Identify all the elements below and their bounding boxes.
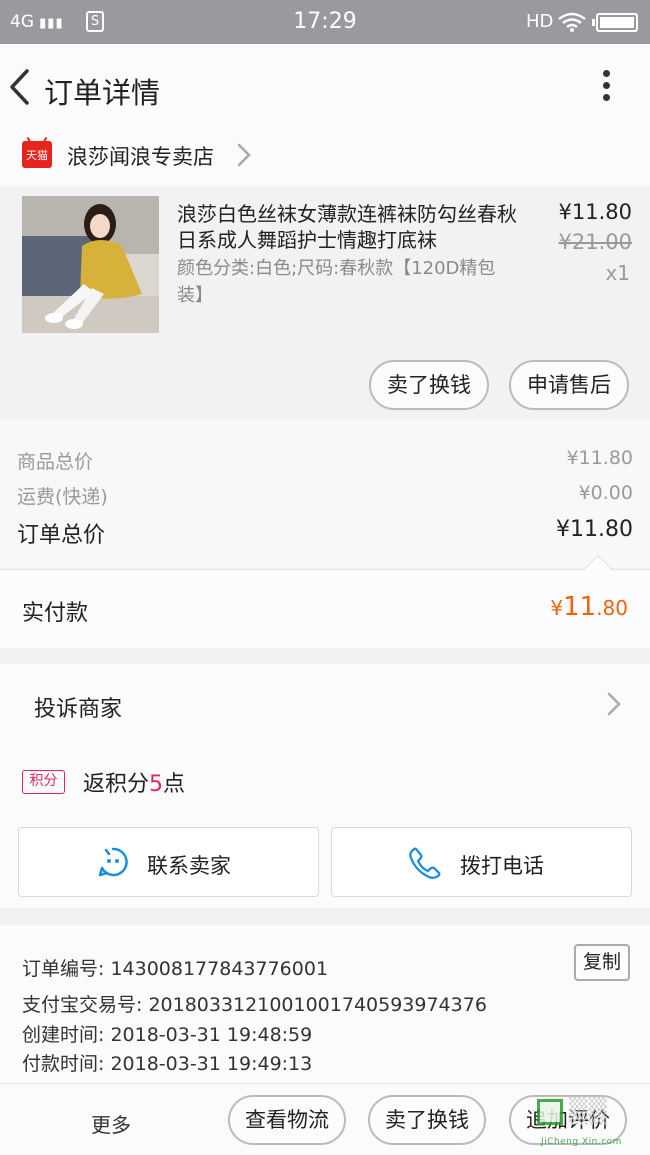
shop-name: 浪莎闻浪专卖店: [67, 145, 214, 169]
points-reward: 返积分5点: [83, 772, 186, 797]
product-price: ¥11.80: [558, 200, 632, 224]
sell-button[interactable]: 卖了换钱: [369, 360, 489, 410]
complain-seller-label[interactable]: 投诉商家: [34, 691, 122, 723]
contact-seller-button[interactable]: 联系卖家: [18, 827, 319, 897]
call-phone-button[interactable]: 拨打电话: [331, 827, 632, 897]
order-item[interactable]: 浪莎白色丝袜女薄款连裤袜防勾丝春秋日系成人舞蹈护士情趣打底袜 颜色分类:白色;尺…: [0, 186, 650, 420]
order-total-label: 订单总价: [17, 523, 106, 548]
product-title[interactable]: 浪莎白色丝袜女薄款连裤袜防勾丝春秋日系成人舞蹈护士情趣打底袜: [177, 201, 517, 253]
resell-button[interactable]: 卖了换钱: [368, 1095, 486, 1145]
more-button[interactable]: 更多: [91, 1109, 131, 1138]
more-menu-icon[interactable]: [598, 70, 614, 106]
order-info: 订单编号: 143008177843776001 复制 支付宝交易号: 2018…: [0, 925, 650, 1095]
product-sku: 颜色分类:白色;尺码:春秋款【120D精包装】: [177, 258, 496, 306]
order-total-value: ¥11.80: [556, 517, 633, 542]
goods-total-label: 商品总价: [17, 451, 94, 473]
product-image[interactable]: [22, 196, 159, 333]
call-phone-label: 拨打电话: [460, 854, 544, 878]
chat-face-icon: [98, 847, 128, 877]
goods-total-value: ¥11.80: [566, 447, 633, 469]
watermark-logo: ▒▒ JiCheng Xin.com: [533, 1093, 650, 1153]
shipping-value: ¥0.00: [578, 482, 633, 504]
shipping-label: 运费(快递): [17, 486, 108, 508]
order-number: 订单编号: 143008177843776001: [22, 958, 329, 980]
service-section: 投诉商家 积分 返积分5点 联系卖家 拨打电话: [0, 664, 650, 908]
battery-icon: [592, 13, 638, 32]
points-badge: 积分: [22, 770, 65, 794]
tmall-logo-icon: 天猫: [22, 141, 52, 168]
watermark-square-icon: [537, 1099, 563, 1125]
chevron-right-icon[interactable]: [606, 691, 622, 717]
product-quantity: x1: [605, 261, 630, 285]
created-time: 创建时间: 2018-03-31 19:48:59: [22, 1024, 313, 1046]
wifi-icon: [558, 12, 586, 32]
phone-icon: [409, 847, 441, 879]
after-sales-button[interactable]: 申请售后: [509, 360, 629, 410]
actual-paid-label: 实付款: [22, 601, 89, 626]
status-bar: 4G ▮▮▮ S 17:29 HD: [0, 0, 650, 44]
view-logistics-button[interactable]: 查看物流: [228, 1095, 346, 1145]
actual-paid-row: 实付款 ¥11.80: [0, 554, 650, 648]
shop-row[interactable]: 天猫 浪莎闻浪专卖店: [0, 130, 650, 186]
watermark-glyph: ▒▒: [569, 1097, 608, 1125]
back-icon[interactable]: [8, 68, 32, 106]
original-price: ¥21.00: [558, 230, 632, 254]
watermark-url: JiCheng Xin.com: [541, 1137, 622, 1147]
chevron-right-icon: [237, 143, 251, 167]
price-summary: 商品总价 ¥11.80 运费(快递) ¥0.00 订单总价 ¥11.80: [0, 420, 650, 568]
nav-bar: 订单详情: [0, 44, 650, 130]
hd-indicator: HD: [526, 11, 554, 32]
paid-time: 付款时间: 2018-03-31 19:49:13: [22, 1053, 313, 1075]
alipay-trade-number: 支付宝交易号: 2018033121001001740593974376: [22, 994, 487, 1016]
page-title: 订单详情: [44, 76, 161, 110]
copy-button[interactable]: 复制: [574, 944, 630, 981]
actual-paid-amount: ¥11.80: [550, 592, 628, 622]
contact-seller-label: 联系卖家: [147, 854, 231, 878]
